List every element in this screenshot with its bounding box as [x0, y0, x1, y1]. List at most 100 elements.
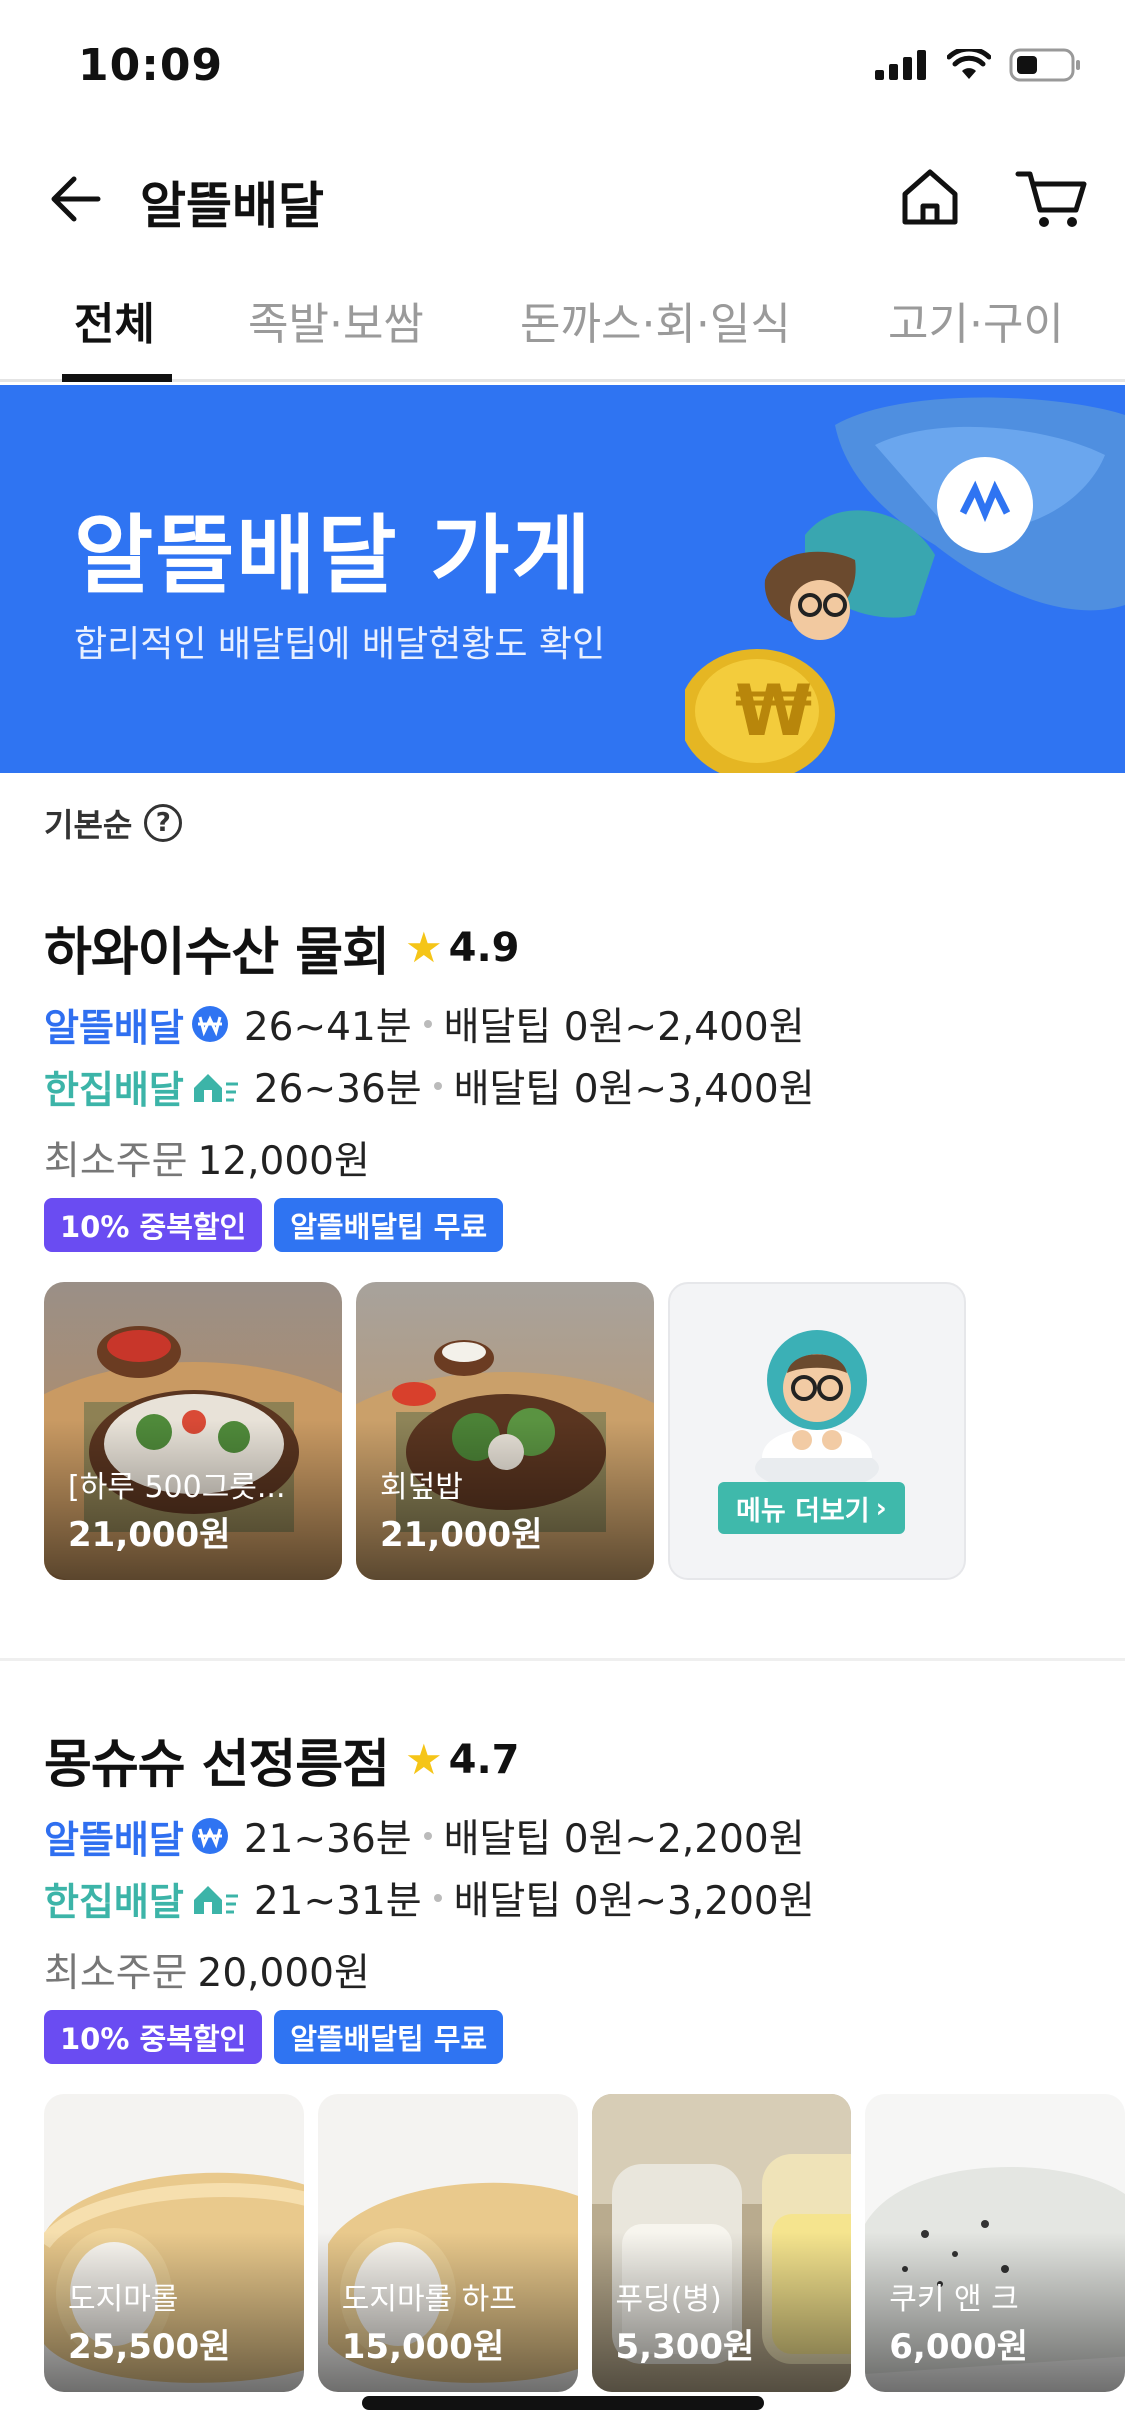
sort-label: 기본순 [44, 806, 133, 844]
status-bar: 10:09 [0, 0, 1125, 140]
store-card[interactable]: 하와이수산 물회 ★ 4.9 알뜰배달 26~41분 배달팁 0원~2,400원… [0, 910, 1125, 1590]
tab-active-indicator [62, 374, 172, 382]
minimum-order: 최소주문 12,000원 [44, 1130, 370, 1186]
store-name: 하와이수산 물회 [44, 923, 390, 983]
home-icon [902, 169, 958, 225]
menu-carousel[interactable]: [하루 500그릇... 21,000원 회덮밥 21,000원 메뉴 더보기 … [44, 1282, 966, 1580]
back-arrow-icon [51, 176, 101, 222]
alttle-delivery-info: 알뜰배달 21~36분 배달팁 0원~2,200원 [44, 1808, 805, 1864]
hanjib-delivery-tip: 배달팁 0원~3,400원 [453, 1067, 815, 1112]
delivery-rider-illustration: ₩ [685, 397, 1125, 773]
separator-dot [433, 1082, 442, 1090]
discount-badge: 10% 중복할인 [44, 1198, 263, 1252]
menu-price: 5,300원 [615, 2327, 755, 2367]
separator-dot [423, 1832, 432, 1840]
svg-text:₩: ₩ [735, 670, 812, 752]
promo-badges: 10% 중복할인 알뜰배달팁 무료 [44, 2010, 504, 2064]
hanjib-brand-label: 한집배달 [44, 1879, 184, 1924]
menu-item[interactable]: [하루 500그릇... 21,000원 [44, 1282, 342, 1580]
top-header: 알뜰배달 [0, 140, 1125, 260]
signal-icon [875, 50, 926, 80]
promo-badges: 10% 중복할인 알뜰배달팁 무료 [44, 1198, 504, 1252]
menu-carousel[interactable]: 도지마롤 25,500원 도지마롤 하프 15,000원 푸딩(병) 5,300… [44, 2094, 1125, 2392]
chevron-right-icon: › [875, 1492, 887, 1524]
tab-all[interactable]: 전체 [74, 288, 155, 352]
hanjib-delivery-tip: 배달팁 0원~3,200원 [453, 1879, 815, 1924]
house-icon [190, 1066, 240, 1106]
menu-price: 6,000원 [889, 2327, 1029, 2367]
alttle-delivery-time: 21~36분 [243, 1817, 412, 1862]
alttle-delivery-info: 알뜰배달 26~41분 배달팁 0원~2,400원 [44, 996, 805, 1052]
more-menu-label: 메뉴 더보기 [736, 1495, 870, 1527]
menu-name: 쿠키 앤 크 [889, 2282, 1019, 2317]
discount-badge: 10% 중복할인 [44, 2010, 263, 2064]
alttle-brand-label: 알뜰배달 [44, 1005, 184, 1050]
min-order-value: 12,000원 [197, 1139, 370, 1184]
hanjib-delivery-info: 한집배달 21~31분 배달팁 0원~3,200원 [44, 1870, 815, 1926]
status-icons [875, 48, 1081, 82]
sort-selector[interactable]: 기본순 ? [44, 800, 183, 846]
menu-price: 21,000원 [68, 1515, 231, 1555]
menu-item[interactable]: 도지마롤 25,500원 [44, 2094, 304, 2392]
hanjib-delivery-time: 21~31분 [253, 1879, 422, 1924]
cart-button[interactable] [1012, 162, 1092, 232]
more-menu-card[interactable]: 메뉴 더보기 › [668, 1282, 966, 1580]
won-badge-icon [190, 1004, 230, 1044]
star-icon: ★ [404, 922, 443, 972]
store-rating: ★ 4.7 [405, 1737, 520, 1783]
min-order-value: 20,000원 [197, 1951, 370, 1996]
alttle-delivery-time: 26~41분 [243, 1005, 412, 1050]
status-time: 10:09 [78, 40, 224, 91]
banner-title: 알뜰배달 가게 [74, 506, 593, 606]
separator-dot [433, 1894, 442, 1902]
back-button[interactable] [40, 164, 110, 234]
store-rating: ★ 4.9 [405, 925, 520, 971]
alttle-delivery-tip: 배달팁 0원~2,400원 [443, 1005, 805, 1050]
section-divider [0, 1658, 1125, 1661]
category-tabs: 전체 족발·보쌈 돈까스·회·일식 고기·구이 [0, 268, 1125, 382]
menu-price: 21,000원 [380, 1515, 543, 1555]
page-title: 알뜰배달 [140, 177, 324, 235]
tab-donkatsu-hoe-ilsik[interactable]: 돈까스·회·일식 [520, 288, 791, 352]
free-tip-badge: 알뜰배달팁 무료 [274, 2010, 504, 2064]
separator-dot [423, 1020, 432, 1028]
rating-value: 4.7 [448, 1736, 520, 1783]
won-badge-icon [190, 1816, 230, 1856]
tab-jokbal-bossam[interactable]: 족발·보쌈 [248, 288, 424, 352]
home-button[interactable] [895, 162, 965, 232]
store-card[interactable]: 몽슈슈 선정릉점 ★ 4.7 알뜰배달 21~36분 배달팁 0원~2,200원… [0, 1722, 1125, 2422]
free-tip-badge: 알뜰배달팁 무료 [274, 1198, 504, 1252]
tab-gogi-gui[interactable]: 고기·구이 [888, 288, 1064, 352]
alttle-brand-label: 알뜰배달 [44, 1817, 184, 1862]
promo-banner[interactable]: 알뜰배달 가게 합리적인 배달팁에 배달현황도 확인 ₩ [0, 385, 1125, 773]
menu-item[interactable]: 회덮밥 21,000원 [356, 1282, 654, 1580]
store-name: 몽슈슈 선정릉점 [44, 1735, 390, 1795]
hanjib-delivery-time: 26~36분 [253, 1067, 422, 1112]
rating-value: 4.9 [448, 924, 520, 971]
more-menu-button[interactable]: 메뉴 더보기 › [718, 1482, 905, 1534]
menu-item[interactable]: 푸딩(병) 5,300원 [591, 2094, 852, 2392]
hanjib-delivery-info: 한집배달 26~36분 배달팁 0원~3,400원 [44, 1058, 815, 1114]
battery-icon [1009, 48, 1080, 82]
menu-name: [하루 500그릇... [68, 1470, 286, 1505]
help-icon[interactable]: ? [144, 804, 183, 842]
store-header: 하와이수산 물회 ★ 4.9 [44, 910, 520, 985]
menu-price: 15,000원 [341, 2327, 505, 2367]
home-indicator[interactable] [362, 2396, 764, 2410]
menu-name: 회덮밥 [380, 1470, 463, 1505]
menu-item[interactable]: 도지마롤 하프 15,000원 [317, 2094, 578, 2392]
min-order-label: 최소주문 [44, 1139, 188, 1184]
wifi-icon [947, 49, 991, 79]
alttle-delivery-tip: 배달팁 0원~2,200원 [443, 1817, 805, 1862]
store-header: 몽슈슈 선정릉점 ★ 4.7 [44, 1722, 520, 1797]
menu-name: 푸딩(병) [615, 2282, 722, 2317]
house-icon [190, 1878, 240, 1918]
cart-icon [1015, 171, 1087, 227]
minimum-order: 최소주문 20,000원 [44, 1942, 370, 1998]
hanjib-brand-label: 한집배달 [44, 1067, 184, 1112]
rider-mascot-illustration [755, 1330, 879, 1488]
menu-name: 도지마롤 [68, 2282, 179, 2317]
menu-price: 25,500원 [68, 2327, 231, 2367]
banner-subtitle: 합리적인 배달팁에 배달현황도 확인 [74, 624, 606, 665]
menu-item[interactable]: 쿠키 앤 크 6,000원 [865, 2094, 1125, 2392]
